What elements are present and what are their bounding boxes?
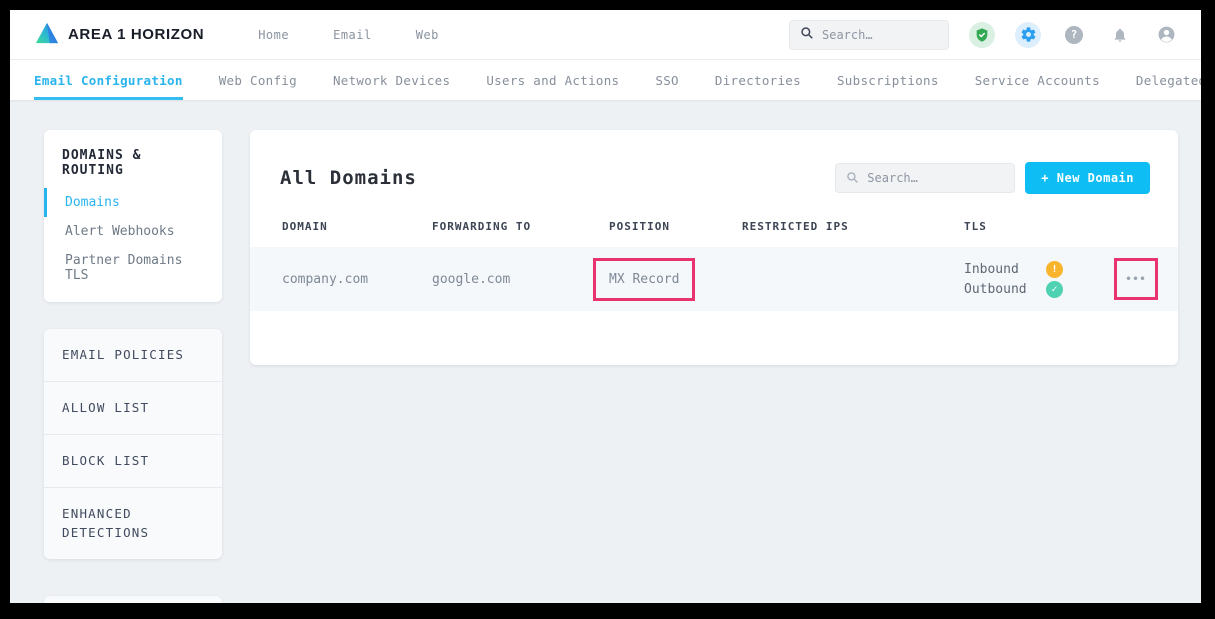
- col-position: POSITION: [609, 220, 742, 233]
- search-icon: [846, 169, 859, 188]
- nav-home[interactable]: Home: [258, 28, 289, 42]
- tab-service-accounts[interactable]: Service Accounts: [975, 60, 1100, 100]
- tab-email-configuration[interactable]: Email Configuration: [34, 60, 183, 100]
- shield-check-icon[interactable]: [969, 22, 995, 48]
- sidebar-item-email-policies[interactable]: EMAIL POLICIES: [44, 329, 222, 381]
- avatar-icon[interactable]: [1153, 22, 1179, 48]
- topbar: AREA 1 HORIZON Home Email Web: [10, 10, 1201, 60]
- app-window: AREA 1 HORIZON Home Email Web: [10, 10, 1201, 603]
- brand[interactable]: AREA 1 HORIZON: [34, 21, 204, 49]
- col-tls: TLS: [964, 220, 1114, 233]
- tab-delegated-accounts[interactable]: Delegated Accounts: [1136, 60, 1201, 100]
- col-forwarding-to: FORWARDING TO: [432, 220, 609, 233]
- nav-web[interactable]: Web: [416, 28, 439, 42]
- col-restricted-ips: RESTRICTED IPS: [742, 220, 964, 233]
- tab-directories[interactable]: Directories: [715, 60, 801, 100]
- tab-subscriptions[interactable]: Subscriptions: [837, 60, 939, 100]
- tab-web-config[interactable]: Web Config: [219, 60, 297, 100]
- cell-position: MX Record: [609, 258, 742, 301]
- sidebar-group-title: DOMAINS & ROUTING: [44, 148, 222, 188]
- sidebar: DOMAINS & ROUTING Domains Alert Webhooks…: [44, 130, 222, 603]
- sidebar-item-retract-settings[interactable]: RETRACT SETTINGS: [44, 596, 222, 603]
- content-area: DOMAINS & ROUTING Domains Alert Webhooks…: [10, 100, 1201, 603]
- domains-routing-card: DOMAINS & ROUTING Domains Alert Webhooks…: [44, 130, 222, 302]
- nav-email[interactable]: Email: [333, 28, 372, 42]
- retract-settings-card: RETRACT SETTINGS: [44, 596, 222, 603]
- policies-card: EMAIL POLICIES ALLOW LIST BLOCK LIST ENH…: [44, 329, 222, 559]
- brand-name: AREA 1 HORIZON: [68, 26, 204, 43]
- logo-triangle-icon: [34, 21, 60, 49]
- cell-domain: company.com: [282, 272, 432, 287]
- warning-icon: !: [1046, 261, 1063, 278]
- sidebar-item-partner-domains-tls[interactable]: Partner Domains TLS: [44, 246, 222, 290]
- search-icon: [800, 25, 814, 44]
- help-icon[interactable]: ?: [1061, 22, 1087, 48]
- position-value: MX Record: [609, 272, 679, 287]
- new-domain-button[interactable]: + New Domain: [1025, 162, 1150, 194]
- bell-icon[interactable]: [1107, 22, 1133, 48]
- table-row[interactable]: company.com google.com MX Record Inbound…: [250, 247, 1178, 311]
- tls-inbound: Inbound !: [964, 261, 1114, 278]
- global-search[interactable]: [789, 20, 949, 50]
- tls-outbound-label: Outbound: [964, 282, 1046, 297]
- global-search-input[interactable]: [822, 28, 932, 42]
- sidebar-item-block-list[interactable]: BLOCK LIST: [44, 434, 222, 487]
- all-domains-panel: All Domains + New Domain DOMAIN F: [250, 130, 1178, 365]
- gear-icon[interactable]: [1015, 22, 1041, 48]
- position-annotation-highlight: MX Record: [593, 258, 695, 301]
- sidebar-item-enhanced-detections[interactable]: ENHANCED DETECTIONS: [44, 487, 222, 558]
- tab-sso[interactable]: SSO: [655, 60, 678, 100]
- ellipsis-menu-icon: •••: [1125, 274, 1146, 285]
- domains-search-input[interactable]: [867, 171, 977, 185]
- tab-network-devices[interactable]: Network Devices: [333, 60, 450, 100]
- tab-users-and-actions[interactable]: Users and Actions: [486, 60, 619, 100]
- cell-forwarding-to: google.com: [432, 272, 609, 287]
- tls-inbound-label: Inbound: [964, 262, 1046, 277]
- row-menu-button[interactable]: •••: [1114, 258, 1158, 300]
- sidebar-item-domains[interactable]: Domains: [44, 188, 222, 217]
- sidebar-item-alert-webhooks[interactable]: Alert Webhooks: [44, 217, 222, 246]
- topbar-actions: ?: [789, 20, 1179, 50]
- cell-actions: •••: [1114, 258, 1158, 300]
- sidebar-item-allow-list[interactable]: ALLOW LIST: [44, 381, 222, 434]
- top-navigation: Home Email Web: [258, 28, 439, 42]
- page-title: All Domains: [280, 167, 417, 189]
- panel-actions: + New Domain: [835, 162, 1150, 194]
- domains-search[interactable]: [835, 163, 1015, 193]
- table-header: DOMAIN FORWARDING TO POSITION RESTRICTED…: [250, 220, 1178, 247]
- col-domain: DOMAIN: [282, 220, 432, 233]
- cell-tls: Inbound ! Outbound ✓: [964, 261, 1114, 298]
- settings-tab-bar: Email Configuration Web Config Network D…: [10, 60, 1201, 100]
- panel-header: All Domains + New Domain: [250, 130, 1178, 220]
- tls-outbound: Outbound ✓: [964, 281, 1114, 298]
- check-icon: ✓: [1046, 281, 1063, 298]
